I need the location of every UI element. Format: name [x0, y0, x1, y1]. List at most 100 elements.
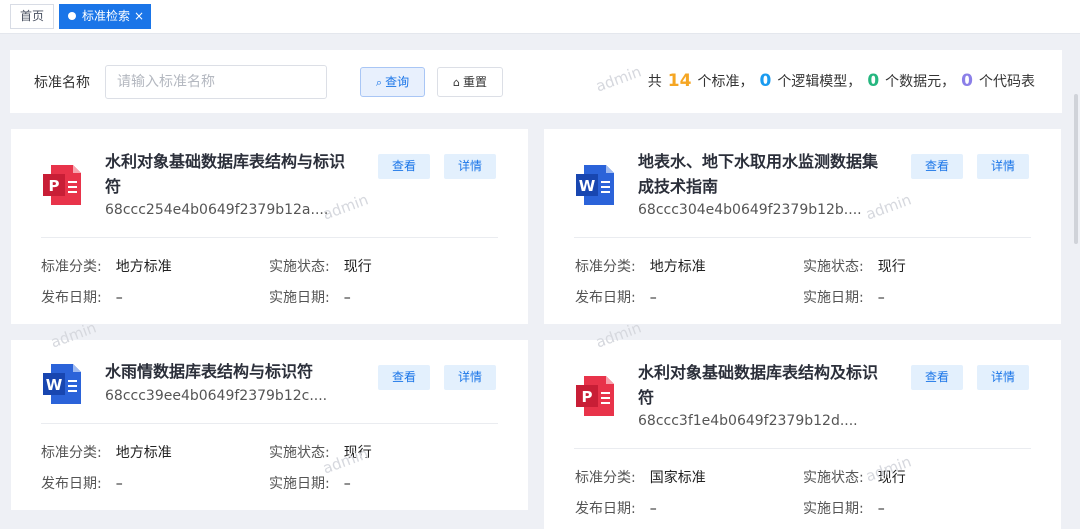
scrollbar[interactable]: [1072, 34, 1080, 529]
publish-date-label: 发布日期:: [41, 290, 102, 306]
standard-card: P 水利对象基础数据库表结构与标识符 68ccc254e4b0649f2379b…: [11, 129, 528, 324]
detail-button[interactable]: 详情: [444, 154, 496, 179]
category-value: 地方标准: [115, 259, 172, 275]
publish-date-value: –: [115, 476, 123, 492]
code-table-label: 个代码表: [979, 74, 1035, 90]
stats-prefix: 共: [647, 74, 662, 90]
svg-text:P: P: [49, 177, 60, 195]
tab-bar: 首页 标准检索 ×: [0, 0, 1080, 34]
view-button[interactable]: 查看: [378, 154, 430, 179]
active-dot-icon: [68, 12, 76, 20]
tab-label: 标准检索: [82, 9, 131, 23]
impl-date-label: 实施日期:: [269, 290, 330, 306]
reset-label: 重置: [462, 75, 487, 89]
category-value: 国家标准: [649, 470, 706, 486]
status-label: 实施状态:: [803, 470, 864, 486]
impl-date-value: –: [877, 501, 885, 517]
card-title[interactable]: 水利对象基础数据库表结构与标识符: [105, 149, 345, 199]
impl-date-value: –: [343, 290, 351, 306]
svg-text:W: W: [46, 376, 63, 394]
publish-date-field: 发布日期: –: [575, 498, 657, 518]
card-title[interactable]: 水利对象基础数据库表结构及标识符: [638, 360, 878, 410]
card-id: 68ccc3f1e4b0649f2379b12d....: [638, 413, 858, 429]
reset-icon: ⌂: [453, 76, 460, 89]
view-button[interactable]: 查看: [378, 365, 430, 390]
close-icon[interactable]: ×: [134, 5, 144, 28]
query-label: 查询: [385, 75, 410, 89]
detail-button[interactable]: 详情: [444, 365, 496, 390]
standards-label: 个标准，: [697, 74, 754, 90]
category-value: 地方标准: [115, 445, 172, 461]
divider: [41, 237, 498, 238]
logic-model-count: 0: [759, 71, 772, 91]
category-field: 标准分类: 地方标准: [575, 256, 706, 276]
divider: [574, 237, 1031, 238]
impl-date-label: 实施日期:: [803, 501, 864, 517]
svg-text:W: W: [579, 177, 596, 195]
publish-date-value: –: [115, 290, 123, 306]
status-value: 现行: [877, 470, 906, 486]
publish-date-label: 发布日期:: [41, 476, 102, 492]
search-input[interactable]: [105, 65, 327, 99]
impl-date-label: 实施日期:: [803, 290, 864, 306]
publish-date-field: 发布日期: –: [41, 287, 123, 307]
detail-button[interactable]: 详情: [977, 365, 1029, 390]
card-title[interactable]: 地表水、地下水取用水监测数据集成技术指南: [638, 149, 878, 199]
category-field: 标准分类: 地方标准: [41, 442, 172, 462]
status-field: 实施状态: 现行: [803, 467, 906, 487]
impl-date-field: 实施日期: –: [803, 287, 885, 307]
status-label: 实施状态:: [803, 259, 864, 275]
impl-date-value: –: [877, 290, 885, 306]
status-value: 现行: [877, 259, 906, 275]
standard-card: W 水雨情数据库表结构与标识符 68ccc39ee4b0649f2379b12c…: [11, 340, 528, 510]
publish-date-value: –: [649, 501, 657, 517]
view-button[interactable]: 查看: [911, 154, 963, 179]
status-label: 实施状态:: [269, 445, 330, 461]
status-label: 实施状态:: [269, 259, 330, 275]
category-field: 标准分类: 国家标准: [575, 467, 706, 487]
search-panel: 标准名称 ⌕查询 ⌂重置 共 14 个标准， 0 个逻辑模型， 0 个数据元， 0 个代码表: [10, 50, 1062, 113]
category-label: 标准分类:: [575, 259, 636, 275]
publish-date-value: –: [649, 290, 657, 306]
data-element-label: 个数据元，: [885, 74, 956, 90]
card-title[interactable]: 水雨情数据库表结构与标识符: [105, 359, 365, 384]
publish-date-label: 发布日期:: [575, 290, 636, 306]
card-id: 68ccc39ee4b0649f2379b12c....: [105, 388, 328, 404]
svg-text:P: P: [582, 388, 593, 406]
divider: [574, 448, 1031, 449]
category-value: 地方标准: [649, 259, 706, 275]
impl-date-label: 实施日期:: [269, 476, 330, 492]
view-button[interactable]: 查看: [911, 365, 963, 390]
status-field: 实施状态: 现行: [269, 442, 372, 462]
impl-date-value: –: [343, 476, 351, 492]
reset-button[interactable]: ⌂ 重置: [437, 67, 503, 97]
word-icon: W: [43, 364, 81, 404]
status-field: 实施状态: 现行: [269, 256, 372, 276]
card-id: 68ccc304e4b0649f2379b12b....: [638, 202, 862, 218]
status-value: 现行: [343, 445, 372, 461]
tab-home[interactable]: 首页: [10, 4, 55, 29]
status-value: 现行: [343, 259, 372, 275]
publish-date-field: 发布日期: –: [575, 287, 657, 307]
word-icon: W: [576, 165, 614, 205]
pdf-icon: P: [576, 376, 614, 416]
impl-date-field: 实施日期: –: [803, 498, 885, 518]
card-id: 68ccc254e4b0649f2379b12a....: [105, 202, 329, 218]
standard-card: P 水利对象基础数据库表结构及标识符 68ccc3f1e4b0649f2379b…: [544, 340, 1061, 529]
search-label: 标准名称: [34, 75, 90, 91]
impl-date-field: 实施日期: –: [269, 287, 351, 307]
standard-card: W 地表水、地下水取用水监测数据集成技术指南 68ccc304e4b0649f2…: [544, 129, 1061, 324]
detail-button[interactable]: 详情: [977, 154, 1029, 179]
divider: [41, 423, 498, 424]
code-table-count: 0: [961, 71, 973, 91]
data-element-count: 0: [867, 71, 880, 91]
scrollbar-thumb[interactable]: [1074, 94, 1078, 244]
pdf-icon: P: [43, 165, 81, 205]
tab-standard-search[interactable]: 标准检索 ×: [59, 4, 152, 29]
category-field: 标准分类: 地方标准: [41, 256, 172, 276]
publish-date-field: 发布日期: –: [41, 473, 123, 493]
query-button[interactable]: ⌕ 查询: [360, 67, 425, 97]
logic-model-label: 个逻辑模型，: [777, 74, 862, 90]
category-label: 标准分类:: [575, 470, 636, 486]
publish-date-label: 发布日期:: [575, 501, 636, 517]
